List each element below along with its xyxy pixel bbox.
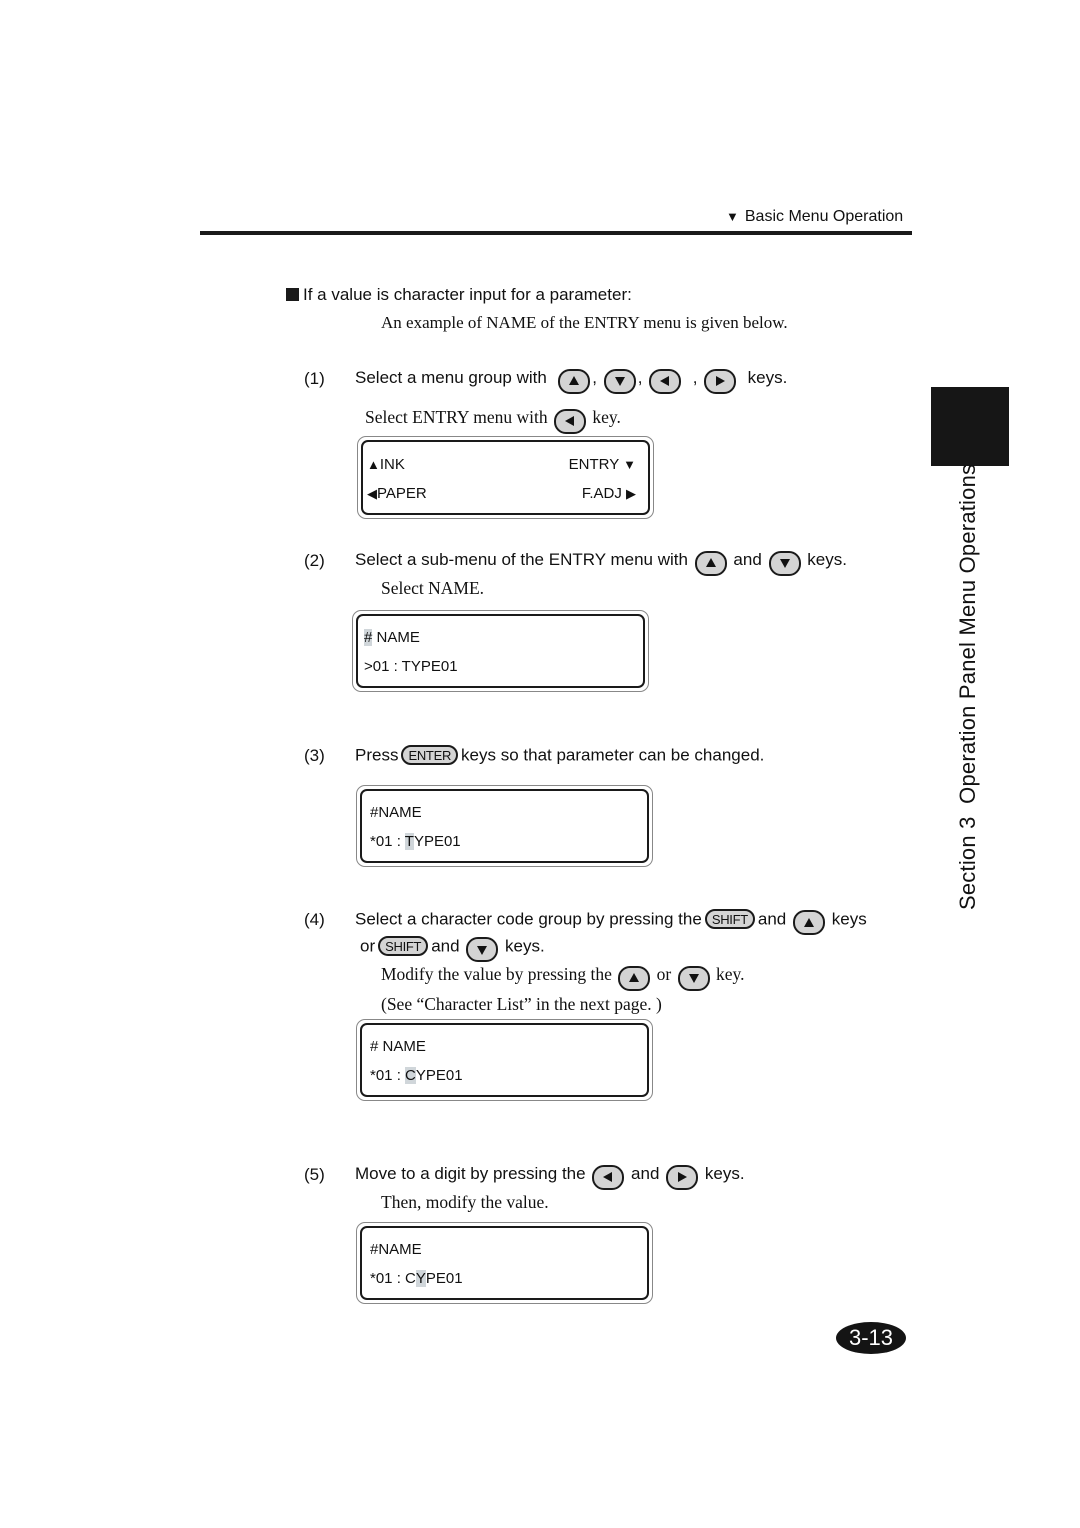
- step-4-text: Select a character code group by pressin…: [355, 909, 867, 935]
- step-2-text: Select a sub-menu of the ENTRY menu with…: [355, 550, 847, 576]
- lcd-row-entry: ENTRY ▼: [568, 456, 636, 473]
- running-header: ▼ Basic Menu Operation: [726, 208, 903, 226]
- shift-key-icon: SHIFT: [704, 909, 755, 929]
- lcd-line-1: #NAME: [370, 1241, 422, 1258]
- square-bullet-icon: [286, 288, 299, 301]
- lcd-line-2: *01 : TYPE01: [370, 833, 461, 850]
- left-triangle-icon: ◀: [367, 486, 377, 501]
- cursor-highlight: C: [405, 1067, 416, 1084]
- up-key-icon: [793, 910, 825, 935]
- down-key-icon: [603, 368, 636, 394]
- down-triangle-icon: ▼: [623, 457, 636, 472]
- step-2-subtext: Select NAME.: [381, 578, 485, 598]
- step-1-number: (1): [304, 369, 325, 388]
- down-key-icon: [466, 937, 499, 962]
- shift-key-icon: SHIFT: [378, 936, 429, 956]
- step-1-text: Select a menu group with , , , keys.: [355, 368, 787, 394]
- lcd-line-2: *01 : CYPE01: [370, 1067, 463, 1084]
- step-4-text-line2: or SHIFT and keys.: [360, 936, 545, 962]
- up-key-icon: [694, 550, 727, 576]
- triangle-down-icon: ▼: [726, 209, 739, 224]
- up-key-icon: [558, 368, 591, 394]
- left-key-icon: [649, 368, 682, 394]
- cursor-highlight: Y: [415, 1270, 426, 1287]
- right-key-icon: [666, 1164, 699, 1190]
- section-heading: If a value is character input for a para…: [286, 285, 632, 305]
- lcd-line-2: >01 : TYPE01: [364, 658, 458, 675]
- intro-text: An example of NAME of the ENTRY menu is …: [381, 313, 788, 332]
- up-triangle-icon: ▲: [367, 457, 380, 472]
- right-key-icon: [704, 368, 737, 394]
- up-key-icon: [618, 965, 651, 991]
- lcd-row-fadj: F.ADJ ▶: [581, 485, 636, 502]
- section-tab-label: Section 3 Operation Panel Menu Operation…: [955, 463, 980, 910]
- down-key-icon: [768, 550, 801, 576]
- section-tab-block: [931, 387, 1009, 466]
- section-heading-text: If a value is character input for a para…: [303, 285, 632, 304]
- step-4-subtext-1: Modify the value by pressing the or key.: [381, 964, 744, 991]
- step-2-number: (2): [304, 551, 325, 570]
- step-3-number: (3): [304, 746, 325, 765]
- down-key-icon: [677, 965, 710, 991]
- lcd-display-char-group: # NAME *01 : CYPE01: [356, 1019, 653, 1101]
- step-3-text: Press ENTER keys so that parameter can be …: [355, 745, 765, 765]
- lcd-row-ink: ▲INK: [367, 456, 405, 473]
- lcd-line-1: #NAME: [370, 804, 422, 821]
- header-rule: [200, 231, 912, 235]
- lcd-display-menu-groups: ▲INK ENTRY ▼ ◀PAPER F.ADJ ▶: [357, 436, 654, 519]
- lcd-display-name-select: # NAME >01 : TYPE01: [352, 610, 649, 692]
- left-key-icon: [592, 1164, 625, 1190]
- lcd-line-1: # NAME: [370, 1038, 426, 1055]
- lcd-line-2: *01 : CYPE01: [370, 1270, 463, 1287]
- step-4-number: (4): [304, 910, 325, 929]
- left-key-icon: [553, 408, 586, 434]
- step-5-text: Move to a digit by pressing the and keys…: [355, 1164, 745, 1190]
- lcd-line-1: # NAME: [364, 629, 420, 646]
- right-triangle-icon: ▶: [626, 486, 636, 501]
- step-4-subtext-2: (See “Character List” in the next page. …: [381, 994, 662, 1014]
- step-1-subtext: Select ENTRY menu with key.: [365, 407, 621, 434]
- lcd-display-edit-mode: #NAME *01 : TYPE01: [356, 785, 653, 867]
- enter-key-icon: ENTER: [401, 745, 459, 765]
- cursor-highlight: T: [404, 833, 414, 850]
- lcd-row-paper: ◀PAPER: [367, 485, 427, 502]
- lcd-display-digit-move: #NAME *01 : CYPE01: [356, 1222, 653, 1304]
- step-5-subtext: Then, modify the value.: [381, 1192, 549, 1212]
- step-5-number: (5): [304, 1165, 325, 1184]
- page-number-badge: 3-13: [836, 1322, 906, 1354]
- header-title: Basic Menu Operation: [744, 208, 904, 225]
